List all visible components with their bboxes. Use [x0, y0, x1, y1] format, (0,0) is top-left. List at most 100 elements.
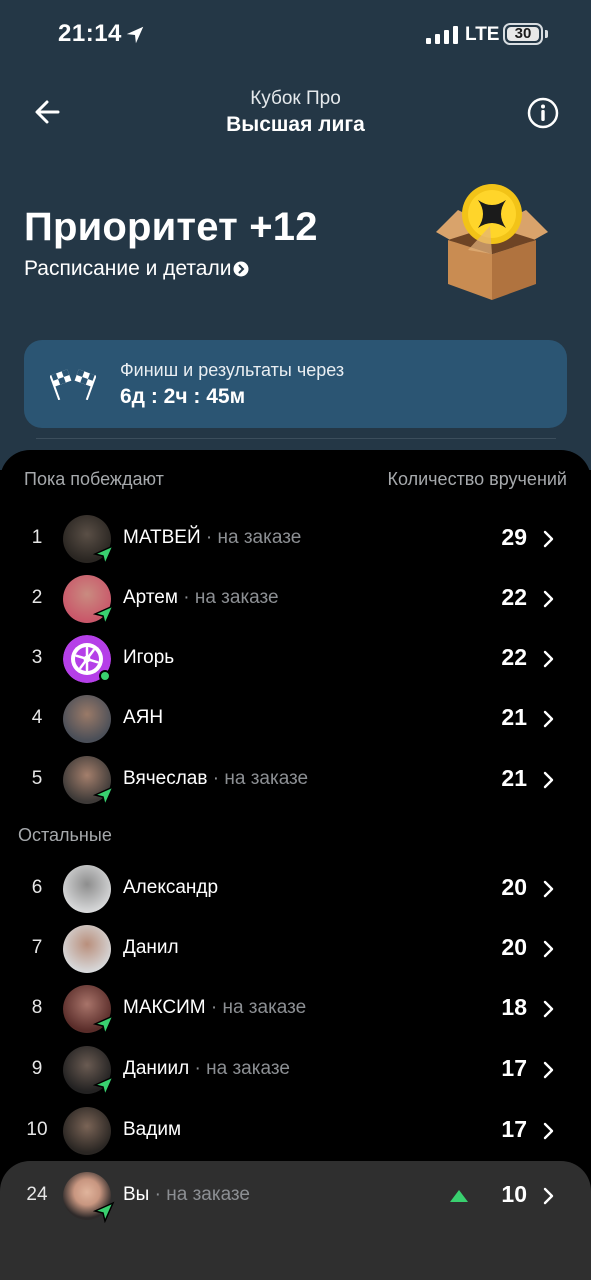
- leaderboard-row[interactable]: 4 АЯН 21: [0, 689, 591, 749]
- timer-value: 6д : 2ч : 45м: [120, 385, 246, 408]
- driver-status: · на заказе: [207, 768, 309, 789]
- driver-name: Вячеслав: [123, 768, 208, 789]
- driver-name: Артем: [123, 587, 178, 608]
- chevron-right-icon: [543, 1187, 554, 1205]
- row-driver: Вячеслав · на заказе: [123, 768, 308, 790]
- avatar: [63, 865, 111, 913]
- leaderboard-row[interactable]: 1 МАТВЕЙ · на заказе 29: [0, 509, 591, 569]
- row-rank: 8: [31, 997, 43, 1018]
- online-status-dot: [99, 670, 111, 682]
- chevron-right-icon: [543, 710, 554, 728]
- driver-status: · на заказе: [189, 1058, 290, 1079]
- row-driver: МАТВЕЙ · на заказе: [123, 527, 301, 549]
- chevron-right-icon: [543, 1061, 554, 1079]
- row-driver: МАКСИМ · на заказе: [123, 997, 306, 1019]
- row-score: 21: [501, 704, 527, 730]
- box-coin-icon: [436, 184, 548, 300]
- driver-status: · на заказе: [205, 997, 307, 1018]
- battery-level: 30: [507, 26, 539, 41]
- navigation-badge-icon: [93, 785, 115, 807]
- chevron-right-icon: [543, 1000, 554, 1018]
- navigation-badge-icon: [93, 1201, 115, 1223]
- row-rank: 7: [31, 937, 43, 958]
- row-driver: Вадим: [123, 1119, 181, 1141]
- avatar: [63, 695, 111, 743]
- row-score: 20: [501, 874, 527, 900]
- row-rank: 2: [31, 587, 43, 608]
- header-area: 21:14 LTE 30 Кубок Про Высшая лига Приор…: [0, 0, 591, 470]
- leaderboard-row[interactable]: 6 Александр 20: [0, 859, 591, 919]
- row-score: 17: [501, 1055, 527, 1081]
- location-arrow-icon: [126, 26, 144, 44]
- row-driver: Игорь: [123, 647, 174, 669]
- row-rank: 9: [31, 1058, 43, 1079]
- row-driver: Вы · на заказе: [123, 1184, 250, 1206]
- schedule-details-link[interactable]: Расписание и детали: [24, 257, 249, 281]
- driver-name: Игорь: [123, 647, 175, 668]
- driver-name: Данил: [123, 937, 179, 958]
- row-rank: 10: [26, 1119, 48, 1140]
- row-rank: 6: [31, 877, 43, 898]
- leaderboard-row[interactable]: 8 МАКСИМ · на заказе 18: [0, 979, 591, 1039]
- avatar: [63, 1107, 111, 1155]
- page-title: Высшая лига: [226, 113, 365, 136]
- driver-name: МАТВЕЙ: [123, 527, 201, 548]
- leaderboard-row[interactable]: 10 Вадим 17: [0, 1101, 591, 1161]
- avatar: [63, 925, 111, 973]
- timer-label: Финиш и результаты через: [120, 360, 345, 380]
- row-score: 22: [501, 644, 527, 670]
- row-rank: 24: [26, 1184, 48, 1205]
- winners-heading: Пока побеждают: [24, 469, 164, 489]
- navigation-badge-icon: [93, 1075, 115, 1097]
- chevron-right-icon: [543, 1122, 554, 1140]
- chevron-right-icon: [543, 530, 554, 548]
- league-cup-name: Кубок Про: [250, 88, 341, 109]
- chevron-circle-icon: [233, 261, 249, 277]
- chevron-right-icon: [543, 940, 554, 958]
- network-type: LTE: [465, 24, 500, 45]
- row-driver: Александр: [123, 877, 218, 899]
- row-score: 17: [501, 1116, 527, 1142]
- row-rank: 4: [31, 707, 43, 728]
- navigation-badge-icon: [93, 604, 115, 626]
- driver-name: АЯН: [123, 707, 164, 728]
- driver-name: Вадим: [123, 1119, 182, 1140]
- info-icon[interactable]: [526, 96, 560, 130]
- driver-name: Вы: [123, 1184, 150, 1205]
- row-driver: Данил: [123, 937, 179, 959]
- navigation-badge-icon: [93, 544, 115, 566]
- others-heading: Остальные: [18, 825, 112, 845]
- rank-up-icon: [450, 1190, 468, 1202]
- driver-name: Александр: [123, 877, 219, 898]
- driver-status: · на заказе: [200, 527, 302, 548]
- chevron-right-icon: [543, 650, 554, 668]
- row-driver: Даниил · на заказе: [123, 1058, 290, 1080]
- row-rank: 3: [31, 647, 43, 668]
- chevron-right-icon: [543, 880, 554, 898]
- priority-title: Приоритет +12: [24, 205, 318, 249]
- row-rank: 1: [31, 527, 43, 548]
- row-driver: Артем · на заказе: [123, 587, 279, 609]
- my-position-row[interactable]: 24 Вы · на заказе 10: [0, 1166, 591, 1226]
- navigation-badge-icon: [93, 1014, 115, 1036]
- leaderboard-row[interactable]: 5 Вячеслав · на заказе 21: [0, 750, 591, 810]
- deliveries-count-heading: Количество вручений: [387, 469, 567, 489]
- row-rank: 5: [31, 768, 43, 789]
- status-time: 21:14: [58, 20, 122, 47]
- finish-timer-card: Финиш и результаты через 6д : 2ч : 45м: [24, 340, 567, 428]
- leaderboard-row[interactable]: 7 Данил 20: [0, 919, 591, 979]
- schedule-details-label: Расписание и детали: [24, 257, 232, 280]
- leaderboard-row[interactable]: 9 Даниил · на заказе 17: [0, 1040, 591, 1100]
- battery-tip: [545, 30, 548, 38]
- row-score: 20: [501, 934, 527, 960]
- driver-status: · на заказе: [177, 587, 279, 608]
- leaderboard-row[interactable]: 2 Артем · на заказе 22: [0, 569, 591, 629]
- leaderboard-row[interactable]: 3 Игорь 22: [0, 629, 591, 689]
- battery-icon: 30: [503, 23, 543, 45]
- row-score: 22: [501, 584, 527, 610]
- driver-status: · на заказе: [149, 1184, 250, 1205]
- driver-name: Даниил: [123, 1058, 190, 1079]
- row-score: 29: [501, 524, 527, 550]
- chevron-right-icon: [543, 771, 554, 789]
- divider: [36, 438, 556, 439]
